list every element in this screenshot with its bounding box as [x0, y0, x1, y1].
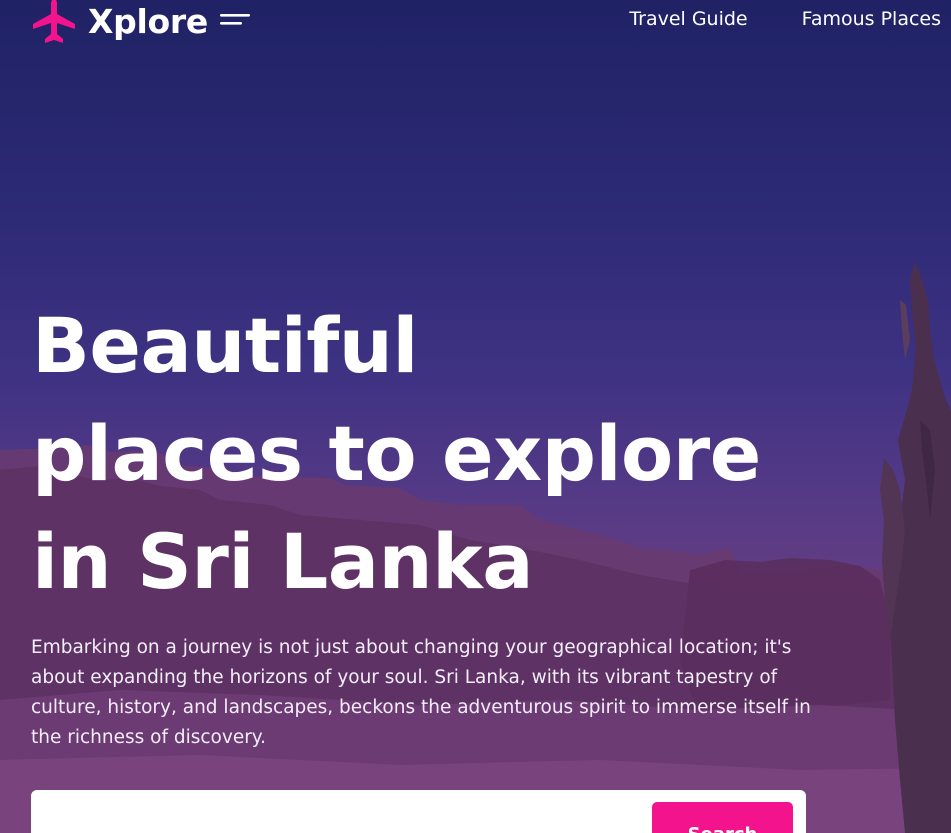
- headline-line: Beautiful: [32, 301, 418, 390]
- hero-section: Xplore Travel Guide Famous Places Beauti…: [0, 0, 951, 833]
- search-bar: Search: [31, 790, 806, 833]
- logo[interactable]: Xplore: [30, 0, 250, 44]
- search-button[interactable]: Search: [652, 802, 793, 833]
- district-search-input[interactable]: [31, 790, 641, 833]
- site-header: Xplore Travel Guide Famous Places: [0, 0, 951, 46]
- nav-travel-guide[interactable]: Travel Guide: [629, 8, 747, 30]
- headline-line: in Sri Lanka: [32, 517, 534, 606]
- hero-description: Embarking on a journey is not just about…: [31, 637, 811, 748]
- main-nav: Travel Guide Famous Places: [629, 8, 941, 30]
- headline-line: places to explore: [32, 409, 761, 498]
- plane-icon: [33, 0, 75, 43]
- nav-famous-places[interactable]: Famous Places: [802, 8, 941, 30]
- brand-name: Xplore: [88, 1, 208, 41]
- hero-headline: Beautiful places to explore in Sri Lanka: [32, 292, 892, 616]
- menu-icon[interactable]: [219, 11, 250, 31]
